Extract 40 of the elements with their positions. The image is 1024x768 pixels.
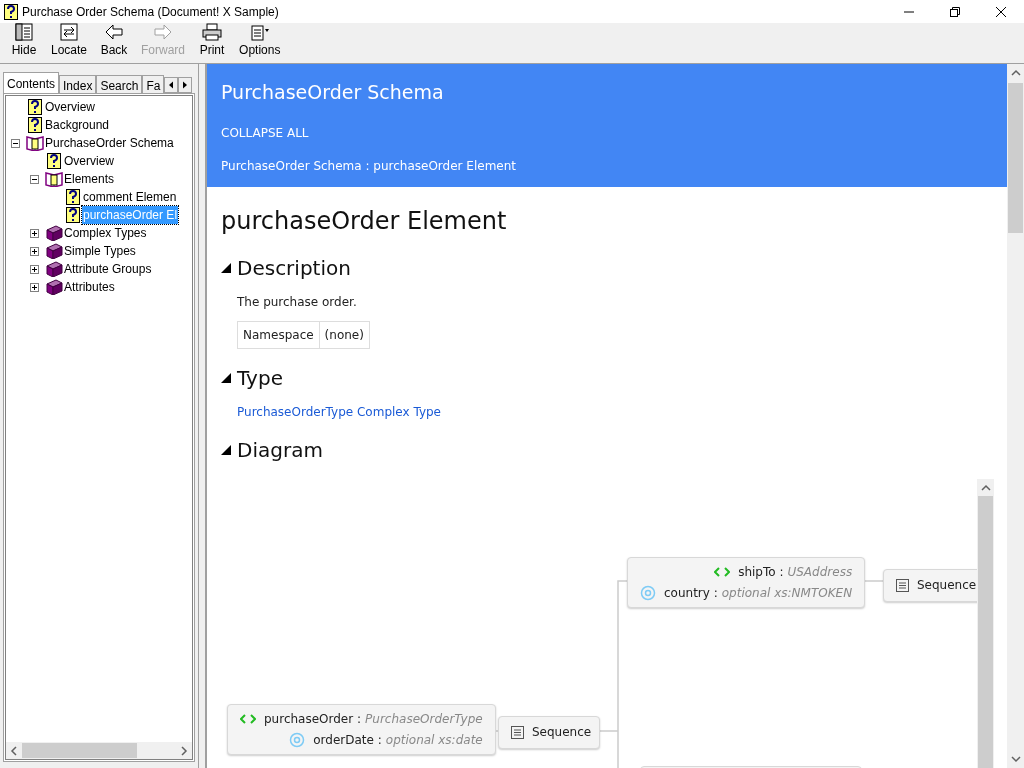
element-type: USAddress — [787, 563, 853, 581]
breadcrumb-link[interactable]: PurchaseOrder Schema : purchaseOrder Element — [221, 156, 1007, 175]
page-title: purchaseOrder Element — [221, 205, 508, 237]
toolbar-button[interactable]: Locate — [45, 23, 94, 59]
toolbar-button[interactable]: Print — [191, 23, 234, 59]
tree-item[interactable]: Attributes — [63, 278, 116, 296]
tree-item[interactable]: Complex Types — [63, 224, 148, 242]
toolbar-button[interactable]: Hide — [3, 23, 45, 59]
section-heading: Type — [237, 364, 283, 392]
window-title: Purchase Order Schema (Document! X Sample) — [22, 3, 279, 21]
sequence-node: Sequence — [498, 715, 601, 749]
section-heading: Diagram — [237, 436, 323, 464]
pane-tab[interactable]: Fa — [142, 75, 165, 93]
element-name: shipTo : — [738, 563, 784, 581]
tree-item[interactable]: comment Elemen — [82, 188, 178, 206]
type-link[interactable]: PurchaseOrderType Complex Type — [237, 402, 1007, 421]
tree-item[interactable]: PurchaseOrder Schema — [44, 134, 175, 152]
attribute-name: orderDate : — [313, 731, 382, 749]
element-name: purchaseOrder : — [264, 710, 362, 728]
attribute-type: optional xs:date — [385, 731, 483, 749]
pane-tab[interactable]: Index — [59, 75, 97, 93]
pane-tab[interactable]: Search — [96, 75, 143, 93]
header-title: PurchaseOrder Schema — [221, 80, 445, 105]
tree-item[interactable]: Attribute Groups — [63, 260, 153, 278]
table-cell: Namespace — [237, 321, 320, 348]
tree-item[interactable]: Simple Types — [63, 242, 137, 260]
toolbar-button[interactable]: Options — [233, 23, 287, 59]
tree-item[interactable]: Elements — [63, 170, 116, 188]
attribute-type: optional xs:NMTOKEN — [721, 584, 853, 602]
table-cell: (none) — [319, 321, 370, 348]
tree-item[interactable]: Overview — [44, 98, 96, 116]
attribute-name: country : — [664, 584, 718, 602]
pane-tab[interactable]: Contents — [3, 72, 60, 93]
toolbar-button[interactable]: Back — [93, 23, 136, 59]
section-heading: Description — [237, 254, 351, 282]
tree-item[interactable]: Overview — [63, 152, 115, 170]
element-type: PurchaseOrderType — [365, 710, 483, 728]
tree-item[interactable]: Background — [44, 116, 111, 134]
description-text: The purchase order. — [237, 293, 358, 311]
collapse-all-link[interactable]: COLLAPSE ALL — [221, 123, 1007, 142]
